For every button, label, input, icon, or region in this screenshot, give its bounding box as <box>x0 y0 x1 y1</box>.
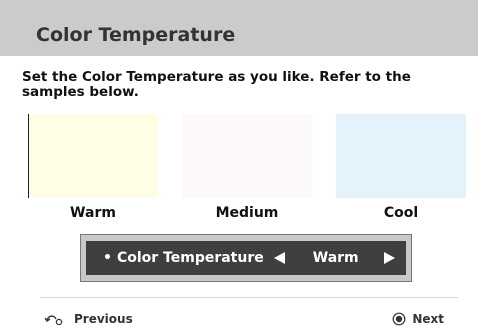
selector-label: Color Temperature <box>116 250 264 266</box>
selector-bullet: • <box>103 250 112 266</box>
footer-divider <box>40 297 458 298</box>
instruction-text: Set the Color Temperature as you like. R… <box>22 69 411 100</box>
page-title: Color Temperature <box>36 24 236 46</box>
color-temperature-selector-frame: • Color Temperature Warm <box>80 234 412 282</box>
medium-sample-label: Medium <box>215 205 279 221</box>
warm-sample-swatch <box>28 114 158 198</box>
selector-value: Warm <box>312 250 359 266</box>
warm-sample-label: Warm <box>70 205 116 221</box>
next-button[interactable]: Next <box>392 311 444 327</box>
medium-sample-swatch <box>182 114 312 198</box>
color-temperature-selector[interactable]: • Color Temperature Warm <box>86 241 406 275</box>
cool-sample-swatch <box>336 114 466 198</box>
title-bar: Color Temperature <box>0 0 478 56</box>
triangle-left-icon[interactable] <box>273 252 285 264</box>
next-label: Next <box>412 312 444 326</box>
return-arrow-icon <box>44 313 64 325</box>
radio-dot-icon <box>392 312 406 326</box>
color-temperature-screen: Color Temperature Set the Color Temperat… <box>0 0 478 336</box>
previous-button[interactable]: Previous <box>44 311 133 327</box>
warm-sample-edge <box>28 114 29 198</box>
triangle-right-icon[interactable] <box>383 252 395 264</box>
cool-sample-label: Cool <box>383 205 419 221</box>
previous-label: Previous <box>74 312 133 326</box>
